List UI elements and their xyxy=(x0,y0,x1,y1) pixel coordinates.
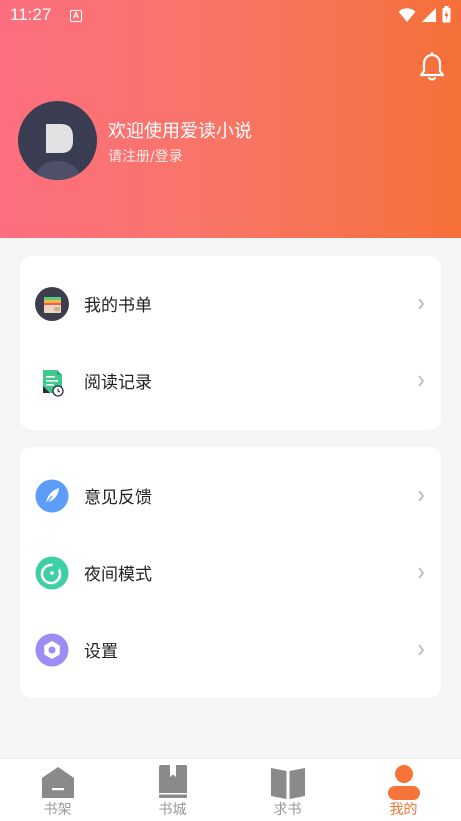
notification-app-icon: A xyxy=(70,10,82,22)
menu-item-feedback[interactable]: 意见反馈 xyxy=(20,457,441,534)
nav-tab-bookstore[interactable]: 书城 xyxy=(115,759,230,821)
wifi-icon xyxy=(398,7,416,22)
nav-label: 我的 xyxy=(389,802,418,818)
avatar[interactable] xyxy=(18,101,97,180)
menu-item-label: 设置 xyxy=(84,642,118,662)
menu-item-night-mode[interactable]: 夜间模式 xyxy=(20,534,441,611)
status-time: 11:27 xyxy=(10,5,52,24)
reading-record-icon xyxy=(43,370,64,397)
open-book-icon xyxy=(270,768,305,799)
chevron-right-icon xyxy=(418,490,425,501)
status-bar: 11:27 A xyxy=(0,0,461,32)
welcome-title: 欢迎使用爱读小说 xyxy=(108,121,252,142)
chevron-right-icon xyxy=(418,298,425,309)
feather-icon xyxy=(35,479,69,513)
cellular-signal-icon xyxy=(422,7,436,22)
profile-icon xyxy=(387,765,420,800)
menu-item-reading-history[interactable]: 阅读记录 xyxy=(20,342,441,419)
notification-bell-icon[interactable] xyxy=(418,52,446,82)
bookshelf-icon xyxy=(41,767,74,798)
nav-tab-bookshelf[interactable]: 书架 xyxy=(0,759,115,821)
night-mode-icon xyxy=(35,556,69,590)
nav-label: 书城 xyxy=(158,802,187,818)
nav-label: 求书 xyxy=(273,802,302,818)
menu-item-settings[interactable]: 设置 xyxy=(20,611,441,688)
nav-label: 书架 xyxy=(43,802,72,818)
chevron-right-icon xyxy=(418,375,425,386)
menu-item-label: 阅读记录 xyxy=(84,373,152,393)
default-avatar-icon xyxy=(34,124,81,180)
login-register-link[interactable]: 请注册/登录 xyxy=(108,146,183,166)
settings-icon xyxy=(35,633,69,667)
battery-icon xyxy=(442,6,451,23)
menu-card-1: 我的书单 阅读记录 xyxy=(20,256,441,430)
chevron-right-icon xyxy=(418,644,425,655)
status-icons xyxy=(398,6,451,23)
nav-tab-request-book[interactable]: 求书 xyxy=(230,759,345,821)
book-icon xyxy=(158,765,187,798)
menu-item-label: 我的书单 xyxy=(84,296,152,316)
wallet-icon xyxy=(35,287,69,321)
menu-card-2: 意见反馈 夜间模式 设置 xyxy=(20,447,441,698)
nav-tab-mine[interactable]: 我的 xyxy=(346,759,461,821)
menu-item-my-booklist[interactable]: 我的书单 xyxy=(20,265,441,342)
menu-item-label: 夜间模式 xyxy=(84,565,152,585)
chevron-right-icon xyxy=(418,567,425,578)
bottom-navigation: 书架 书城 求书 我的 xyxy=(0,758,461,821)
profile-header: 11:27 A 欢迎使用爱读小说 请注册/登录 xyxy=(0,0,461,238)
menu-item-label: 意见反馈 xyxy=(84,488,152,508)
